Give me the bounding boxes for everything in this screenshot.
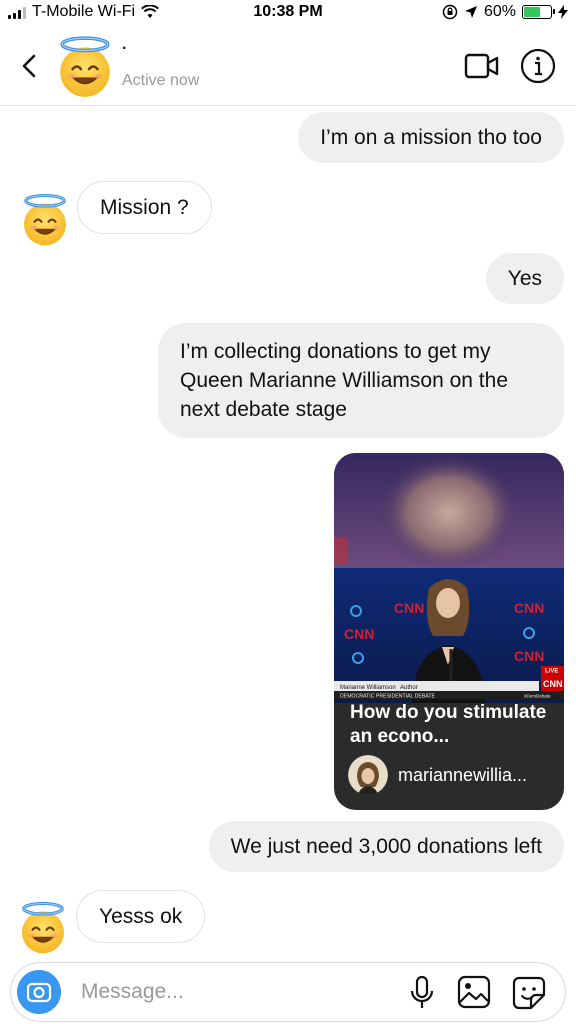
live-tag: LIVE <box>545 669 558 675</box>
message-bubble-incoming[interactable]: Mission ? <box>77 181 212 234</box>
sticker-button[interactable] <box>511 975 547 1011</box>
shared-post-card[interactable]: CNN CNN CNN CNN Marianne Williamson Auth… <box>334 453 564 810</box>
status-right: 60% <box>442 3 568 21</box>
post-author-avatar[interactable] <box>348 755 388 795</box>
info-button[interactable] <box>520 48 556 84</box>
message-bubble-outgoing[interactable]: I’m on a mission tho too <box>298 112 564 163</box>
orientation-lock-icon <box>442 4 458 20</box>
gallery-button[interactable] <box>457 975 491 1009</box>
microphone-button[interactable] <box>409 975 435 1011</box>
lower-third-event: DEMOCRATIC PRESIDENTIAL DEBATE <box>340 694 436 700</box>
message-bubble-outgoing[interactable]: Yes <box>485 253 564 304</box>
post-author-name[interactable]: mariannewillia... <box>398 765 527 786</box>
hashtag-label: #DemDebate <box>524 694 551 699</box>
video-call-button[interactable] <box>464 50 500 82</box>
message-bubble-incoming[interactable]: Yesss ok <box>76 890 206 943</box>
active-status: Active now <box>122 72 200 89</box>
post-thumbnail[interactable]: CNN CNN CNN CNN Marianne Williamson Auth… <box>334 453 564 703</box>
battery-fill <box>524 7 540 17</box>
cnn-logo: CNN <box>344 626 374 642</box>
message-bubble-outgoing[interactable]: We just need 3,000 donations left <box>208 821 564 872</box>
contact-name[interactable]: · <box>122 40 127 58</box>
chat-header: · Active now <box>0 26 576 106</box>
camera-button[interactable] <box>17 970 61 1014</box>
back-button[interactable] <box>16 48 44 84</box>
smiling-face-with-halo-icon[interactable] <box>17 192 73 248</box>
smiling-face-with-halo-icon[interactable] <box>15 900 71 956</box>
cnn-logo: CNN <box>543 679 563 689</box>
charging-bolt-icon <box>558 5 568 19</box>
post-caption: How do you stimulate an econo... <box>350 702 547 747</box>
battery-percent: 60% <box>483 3 516 20</box>
battery-icon <box>522 5 555 19</box>
status-bar: T-Mobile Wi-Fi 10:38 PM 60% <box>0 0 576 26</box>
lower-third-name: Marianne Williamson <box>340 685 396 691</box>
cnn-logo: CNN <box>514 600 544 616</box>
lower-third-role: Author <box>400 685 418 691</box>
cnn-logo: CNN <box>394 600 424 616</box>
message-composer <box>10 962 566 1022</box>
smiling-face-with-halo-icon[interactable] <box>52 34 118 100</box>
cnn-logo: CNN <box>514 648 544 664</box>
location-arrow-icon <box>464 6 477 18</box>
message-input[interactable] <box>81 973 381 1011</box>
message-bubble-outgoing[interactable]: I’m collecting donations to get my Queen… <box>158 323 564 438</box>
